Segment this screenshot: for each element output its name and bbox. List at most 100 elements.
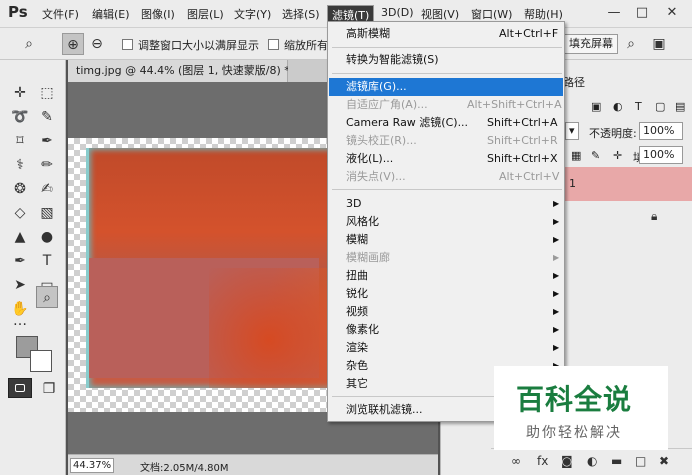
filter-type-icon[interactable]: T bbox=[635, 100, 642, 113]
ps-logo: Ps bbox=[8, 3, 28, 21]
fill-input[interactable]: 100% bbox=[639, 146, 683, 164]
lock-move-icon[interactable]: ✛ bbox=[613, 149, 622, 162]
layer-row-selected[interactable]: 1 bbox=[565, 167, 692, 201]
quick-select-icon[interactable]: ✎ bbox=[36, 106, 58, 128]
watermark-subtitle: 助你轻松解决 bbox=[526, 425, 622, 441]
menu-item-render[interactable]: 渲染 ▶ bbox=[329, 339, 563, 357]
quick-mask-icon bbox=[15, 384, 25, 392]
history-brush-icon[interactable]: ✍ bbox=[36, 178, 58, 200]
opacity-input[interactable]: 100% bbox=[639, 122, 683, 140]
menu-3d[interactable]: 3D(D) bbox=[381, 6, 414, 19]
toolbox: ✛ ⬚ ➰ ✎ ⌑ ✒ ⚕ ✏ ❂ ✍ ◇ ▧ ▲ ● ✒ T ➤ ▭ ✋ ⌕ … bbox=[0, 60, 66, 475]
background-color-swatch[interactable] bbox=[30, 350, 52, 372]
gradient-tool-icon[interactable]: ▧ bbox=[36, 202, 58, 224]
more-tools-icon[interactable]: … bbox=[9, 310, 31, 332]
zoom-tool-active-icon[interactable]: ⌕ bbox=[36, 286, 58, 308]
menu-item-lens-correction[interactable]: 镜头校正(R)... Shift+Ctrl+R bbox=[329, 132, 563, 150]
tab-paths[interactable]: 路径 bbox=[563, 74, 585, 90]
lock-transparent-icon[interactable]: ▦ bbox=[571, 149, 581, 162]
menu-item-distort[interactable]: 扭曲 ▶ bbox=[329, 267, 563, 285]
zoom-all-checkbox[interactable] bbox=[268, 39, 279, 50]
group-folder-icon[interactable]: ▬ bbox=[611, 454, 622, 468]
zoom-out-icon[interactable]: ⊖ bbox=[86, 33, 108, 55]
menu-item-blur-gallery[interactable]: 模糊画廊 ▶ bbox=[329, 249, 563, 267]
menu-item-camera-raw[interactable]: Camera Raw 滤镜(C)... Shift+Ctrl+A bbox=[329, 114, 563, 132]
close-icon[interactable]: ✕ bbox=[662, 4, 682, 22]
filter-pixel-icon[interactable]: ▣ bbox=[591, 100, 601, 113]
menu-item-liquify[interactable]: 液化(L)... Shift+Ctrl+X bbox=[329, 150, 563, 168]
lasso-tool-icon[interactable]: ➰ bbox=[9, 106, 31, 128]
zoom-tool-icon[interactable]: ⌕ bbox=[18, 33, 40, 55]
document-tab[interactable]: timg.jpg @ 44.4% (图层 1, 快速蒙版/8) * bbox=[68, 60, 290, 82]
menu-separator bbox=[332, 73, 562, 74]
menu-item-pixelate[interactable]: 像素化 ▶ bbox=[329, 321, 563, 339]
zoom-all-label: 缩放所有 bbox=[284, 39, 328, 52]
dodge-tool-icon[interactable]: ● bbox=[36, 226, 58, 248]
filter-shape-icon[interactable]: ▢ bbox=[655, 100, 665, 113]
lock-paint-icon[interactable]: ✎ bbox=[591, 149, 600, 162]
link-layers-icon[interactable]: ∞ bbox=[511, 454, 521, 468]
lock-icon: 🔒︎ bbox=[651, 209, 658, 223]
blur-tool-icon[interactable]: ▲ bbox=[9, 226, 31, 248]
menu-type[interactable]: 文字(Y) bbox=[234, 6, 271, 22]
new-layer-icon[interactable]: □ bbox=[635, 454, 646, 468]
menu-item-sharpen[interactable]: 锐化 ▶ bbox=[329, 285, 563, 303]
stamp-tool-icon[interactable]: ❂ bbox=[9, 178, 31, 200]
menu-item-adaptive-wide-angle[interactable]: 自适应广角(A)... Alt+Shift+Ctrl+A bbox=[329, 96, 563, 114]
quick-mask-button[interactable] bbox=[8, 378, 32, 398]
fill-screen-button[interactable]: 填充屏幕 bbox=[564, 34, 618, 54]
menu-item-convert-smart-filter[interactable]: 转换为智能滤镜(S) bbox=[329, 51, 563, 69]
blend-mode-dropdown[interactable]: ▾ bbox=[565, 122, 579, 140]
workspace-icon[interactable]: ▣ bbox=[648, 33, 670, 55]
marquee-tool-icon[interactable]: ⬚ bbox=[36, 82, 58, 104]
screen-mode-icon[interactable]: ❐ bbox=[38, 378, 60, 400]
fx-icon[interactable]: fx bbox=[537, 454, 548, 468]
menu-select[interactable]: 选择(S) bbox=[282, 6, 320, 22]
menu-item-gaussian-blur[interactable]: 高斯模糊 Alt+Ctrl+F bbox=[329, 25, 563, 43]
path-select-icon[interactable]: ➤ bbox=[9, 274, 31, 296]
menu-item-blur[interactable]: 模糊 ▶ bbox=[329, 231, 563, 249]
submenu-arrow-icon: ▶ bbox=[553, 343, 560, 352]
trash-icon[interactable]: ✖ bbox=[659, 454, 669, 468]
menu-item-video[interactable]: 视频 ▶ bbox=[329, 303, 563, 321]
submenu-arrow-icon: ▶ bbox=[553, 325, 560, 334]
document-size: 文档:2.05M/4.80M bbox=[140, 463, 229, 474]
menu-item-filter-gallery[interactable]: 滤镜库(G)... bbox=[329, 78, 563, 96]
menu-layer[interactable]: 图层(L) bbox=[187, 6, 224, 22]
menu-item-stylize[interactable]: 风格化 ▶ bbox=[329, 213, 563, 231]
submenu-arrow-icon: ▶ bbox=[553, 307, 560, 316]
opacity-label: 不透明度: bbox=[589, 127, 637, 140]
search-icon[interactable]: ⌕ bbox=[620, 33, 642, 55]
add-mask-icon[interactable]: ◙ bbox=[561, 454, 573, 468]
brush-tool-icon[interactable]: ✏ bbox=[36, 154, 58, 176]
type-tool-icon[interactable]: T bbox=[36, 250, 58, 272]
menu-help[interactable]: 帮助(H) bbox=[524, 6, 563, 22]
layers-panel-footer: ∞ fx ◙ ◐ ▬ □ ✖ bbox=[491, 448, 692, 475]
adjustment-layer-icon[interactable]: ◐ bbox=[587, 454, 597, 468]
watermark: 百科全说 助你轻松解决 bbox=[494, 366, 668, 450]
resize-window-label: 调整窗口大小以满屏显示 bbox=[138, 39, 259, 52]
minimize-icon[interactable]: — bbox=[604, 4, 624, 22]
watermark-title: 百科全说 bbox=[516, 383, 633, 416]
layer-row-background[interactable]: 🔒︎ bbox=[565, 201, 692, 235]
eyedropper-icon[interactable]: ✒ bbox=[36, 130, 58, 152]
menu-item-vanishing-point[interactable]: 消失点(V)... Alt+Ctrl+V bbox=[329, 168, 563, 186]
crop-tool-icon[interactable]: ⌑ bbox=[9, 130, 31, 152]
zoom-in-icon[interactable]: ⊕ bbox=[62, 33, 84, 55]
maximize-icon[interactable]: □ bbox=[632, 4, 652, 22]
pen-tool-icon[interactable]: ✒ bbox=[9, 250, 31, 272]
menu-view[interactable]: 视图(V) bbox=[421, 6, 459, 22]
filter-adjust-icon[interactable]: ◐ bbox=[613, 100, 623, 113]
menu-file[interactable]: 文件(F) bbox=[42, 6, 79, 22]
eraser-tool-icon[interactable]: ◇ bbox=[9, 202, 31, 224]
healing-brush-icon[interactable]: ⚕ bbox=[9, 154, 31, 176]
menu-image[interactable]: 图像(I) bbox=[141, 6, 175, 22]
move-tool-icon[interactable]: ✛ bbox=[9, 82, 31, 104]
menu-window[interactable]: 窗口(W) bbox=[471, 6, 512, 22]
menu-edit[interactable]: 编辑(E) bbox=[92, 6, 130, 22]
submenu-arrow-icon: ▶ bbox=[553, 217, 560, 226]
menu-item-3d[interactable]: 3D ▶ bbox=[329, 195, 563, 213]
resize-window-checkbox[interactable] bbox=[122, 39, 133, 50]
filter-smart-icon[interactable]: ▤ bbox=[675, 100, 685, 113]
zoom-level-field[interactable]: 44.37% bbox=[70, 458, 114, 473]
